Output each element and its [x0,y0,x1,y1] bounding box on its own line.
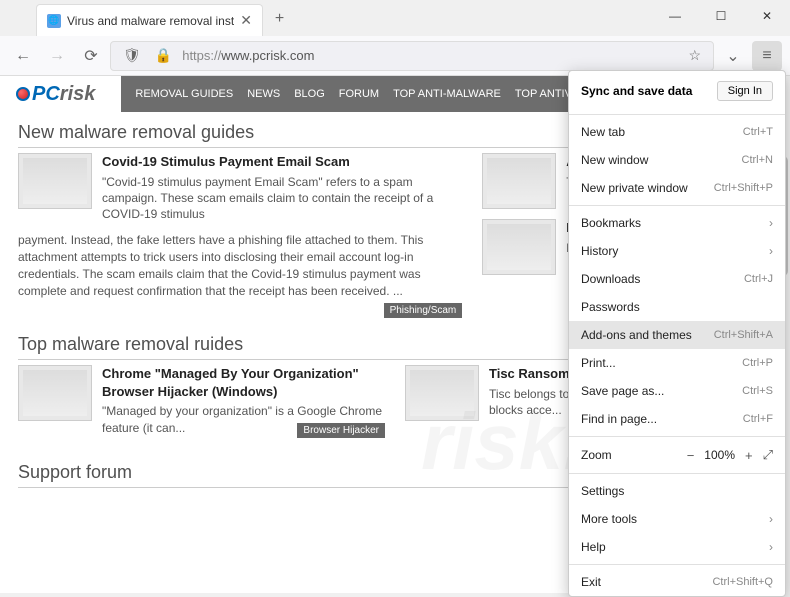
signin-button[interactable]: Sign In [717,81,773,101]
tab-title: Virus and malware removal inst [67,14,234,28]
article-thumbnail [482,219,556,275]
article-card[interactable]: Chrome "Managed By Your Organization" Br… [18,365,385,435]
menu-new-private[interactable]: New private windowCtrl+Shift+P [569,174,785,202]
article-title: Covid-19 Stimulus Payment Email Scam [102,153,462,171]
menu-sync-row[interactable]: Sync and save data Sign In [569,71,785,111]
menu-find[interactable]: Find in page...Ctrl+F [569,405,785,433]
menu-zoom-row: Zoom − 100% + ⤢ [569,440,785,470]
chevron-right-icon: › [769,512,773,526]
lock-icon: 🔒 [151,47,176,64]
chevron-right-icon: › [769,540,773,554]
nav-news[interactable]: NEWS [247,88,280,100]
zoom-in-button[interactable]: + [745,448,753,463]
article-thumbnail [18,365,92,421]
menu-print[interactable]: Print...Ctrl+P [569,349,785,377]
menu-passwords[interactable]: Passwords [569,293,785,321]
menu-exit[interactable]: ExitCtrl+Shift+Q [569,568,785,596]
category-tag: Phishing/Scam [384,303,463,318]
window-controls: — ☐ ✕ [652,0,790,32]
nav-forum[interactable]: FORUM [339,88,379,100]
menu-history[interactable]: History› [569,237,785,265]
chevron-right-icon: › [769,244,773,258]
menu-help[interactable]: Help› [569,533,785,561]
pocket-icon[interactable]: ⌄ [718,41,748,71]
menu-save-page[interactable]: Save page as...Ctrl+S [569,377,785,405]
article-thumbnail [18,153,92,209]
menu-more-tools[interactable]: More tools› [569,505,785,533]
menu-bookmarks[interactable]: Bookmarks› [569,209,785,237]
menu-downloads[interactable]: DownloadsCtrl+J [569,265,785,293]
forward-button[interactable]: → [42,41,72,71]
tab-favicon-icon: 🌐 [47,14,61,28]
nav-blog[interactable]: BLOG [294,88,325,100]
close-window-button[interactable]: ✕ [744,0,790,32]
chevron-right-icon: › [769,216,773,230]
back-button[interactable]: ← [8,41,38,71]
site-logo[interactable]: PCrisk [10,83,101,106]
shield-icon: 🛡 [119,47,145,64]
bookmark-star-icon[interactable]: ☆ [684,47,705,64]
article-continued: payment. Instead, the fake letters have … [18,232,462,299]
sync-label: Sync and save data [581,84,692,98]
address-bar[interactable]: 🛡 🔒 https://www.pcrisk.com ☆ [110,41,714,71]
article-card[interactable]: Covid-19 Stimulus Payment Email Scam "Co… [18,153,462,222]
new-tab-button[interactable]: + [263,4,296,34]
menu-new-tab[interactable]: New tabCtrl+T [569,118,785,146]
zoom-out-button[interactable]: − [687,448,695,463]
window-titlebar: 🌐 Virus and malware removal inst ✕ + — ☐… [0,0,790,36]
article-thumbnail [405,365,479,421]
close-tab-icon[interactable]: ✕ [240,12,252,29]
article-thumbnail [482,153,556,209]
menu-new-window[interactable]: New windowCtrl+N [569,146,785,174]
category-tag: Browser Hijacker [297,423,385,438]
browser-tab[interactable]: 🌐 Virus and malware removal inst ✕ [36,4,263,36]
url-host: www.pcrisk.com [221,48,314,63]
menu-settings[interactable]: Settings [569,477,785,505]
zoom-value: 100% [704,448,735,462]
maximize-button[interactable]: ☐ [698,0,744,32]
app-menu-button[interactable]: ≡ [752,41,782,71]
nav-antimalware[interactable]: TOP ANTI-MALWARE [393,88,501,100]
article-excerpt: "Covid-19 stimulus payment Email Scam" r… [102,175,433,221]
nav-removal-guides[interactable]: REMOVAL GUIDES [135,88,233,100]
app-menu: Sync and save data Sign In New tabCtrl+T… [568,70,786,597]
minimize-button[interactable]: — [652,0,698,32]
menu-addons-themes[interactable]: Add-ons and themesCtrl+Shift+A [569,321,785,349]
fullscreen-icon[interactable]: ⤢ [763,447,773,463]
article-title: Chrome "Managed By Your Organization" Br… [102,365,385,400]
reload-button[interactable]: ⟳ [76,41,106,71]
url-scheme: https:// [182,48,221,63]
zoom-label: Zoom [581,448,612,462]
